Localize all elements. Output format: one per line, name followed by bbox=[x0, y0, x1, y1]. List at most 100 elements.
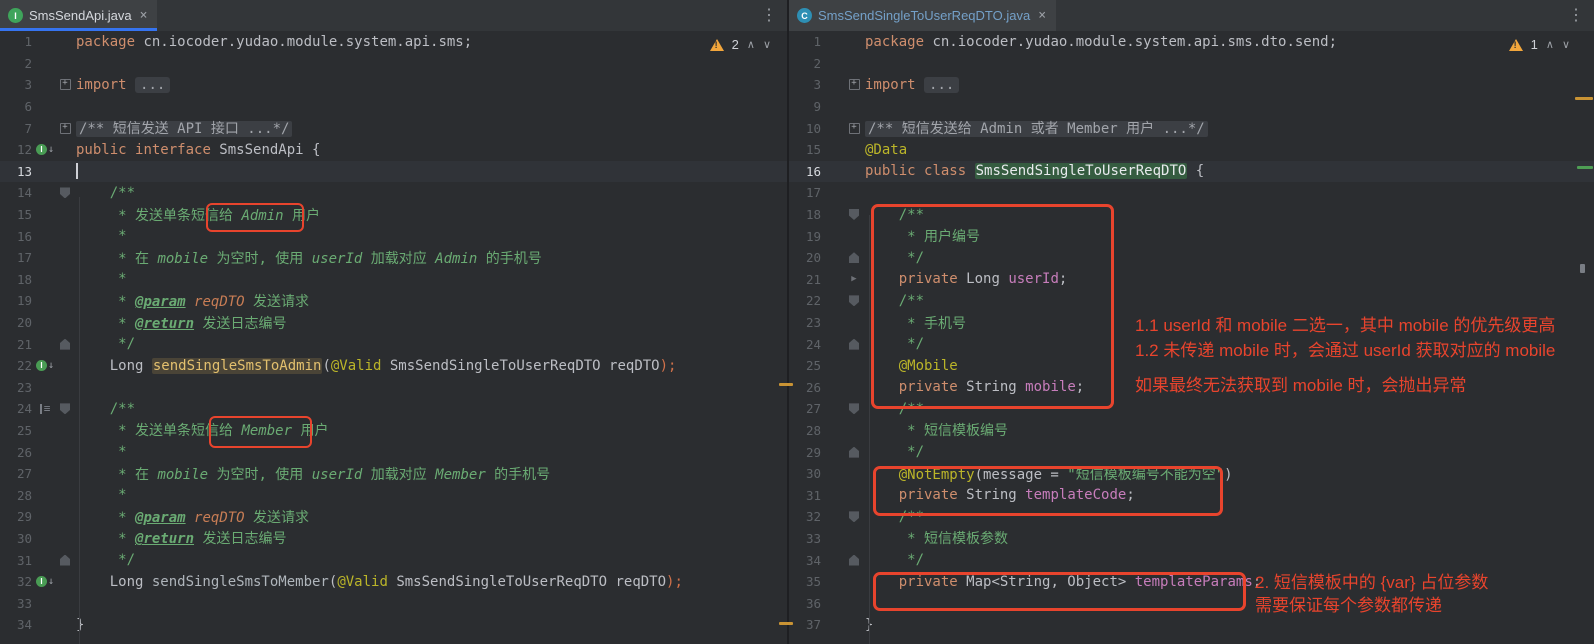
code-line[interactable]: 3+import ... bbox=[0, 74, 787, 96]
code-line[interactable]: 29 */ bbox=[789, 441, 1594, 463]
code-line[interactable]: 31 private String templateCode; bbox=[789, 484, 1594, 506]
line-number[interactable]: 26 bbox=[789, 380, 821, 395]
tab-smssendapi[interactable]: I SmsSendApi.java × bbox=[0, 0, 157, 31]
code-text[interactable]: * 在 mobile 为空时, 使用 userId 加载对应 Admin 的手机… bbox=[72, 248, 542, 268]
gutter-triangle-icon[interactable]: ▶ bbox=[851, 274, 856, 284]
fold-end-icon[interactable] bbox=[60, 339, 70, 350]
fold-end-icon[interactable] bbox=[849, 555, 859, 566]
line-number[interactable]: 27 bbox=[789, 401, 821, 416]
line-number[interactable]: 3 bbox=[789, 77, 821, 92]
code-text[interactable]: package cn.iocoder.yudao.module.system.a… bbox=[861, 34, 1337, 50]
code-line[interactable]: 27 * 在 mobile 为空时, 使用 userId 加载对应 Member… bbox=[0, 463, 787, 485]
implemented-gutter-icon[interactable]: I bbox=[36, 576, 47, 587]
line-number[interactable]: 12 bbox=[0, 142, 32, 157]
line-number[interactable]: 33 bbox=[789, 531, 821, 546]
code-text[interactable]: private Long userId; bbox=[861, 271, 1067, 287]
code-line[interactable]: 27 /** bbox=[789, 398, 1594, 420]
code-text[interactable]: * @return 发送日志编号 bbox=[72, 313, 286, 333]
line-number[interactable]: 34 bbox=[789, 553, 821, 568]
more-options-icon[interactable]: ⋮ bbox=[761, 5, 777, 25]
line-number[interactable]: 13 bbox=[0, 164, 32, 179]
code-text[interactable]: * bbox=[72, 444, 127, 460]
code-line[interactable]: 17 bbox=[789, 182, 1594, 204]
code-text[interactable]: * 手机号 bbox=[861, 313, 966, 333]
line-number[interactable]: 24 bbox=[0, 401, 32, 416]
code-line[interactable]: 1package cn.iocoder.yudao.module.system.… bbox=[789, 31, 1594, 53]
code-line[interactable]: 29 * @param reqDTO 发送请求 bbox=[0, 506, 787, 528]
code-text[interactable]: package cn.iocoder.yudao.module.system.a… bbox=[72, 34, 472, 50]
code-line[interactable]: 12I↓public interface SmsSendApi { bbox=[0, 139, 787, 161]
line-number[interactable]: 10 bbox=[789, 121, 821, 136]
code-text[interactable]: /** bbox=[861, 509, 924, 525]
line-number[interactable]: 29 bbox=[0, 509, 32, 524]
code-text[interactable]: import ... bbox=[72, 77, 170, 93]
fold-collapse-icon[interactable] bbox=[60, 403, 70, 414]
code-text[interactable]: * @param reqDTO 发送请求 bbox=[72, 291, 309, 311]
line-number[interactable]: 18 bbox=[789, 207, 821, 222]
code-text[interactable]: /** bbox=[861, 293, 924, 309]
code-text[interactable]: /** bbox=[861, 207, 924, 223]
line-number[interactable]: 28 bbox=[789, 423, 821, 438]
code-line[interactable]: 25 * 发送单条短信给 Member 用户 bbox=[0, 420, 787, 442]
code-text[interactable]: private String templateCode; bbox=[861, 487, 1135, 503]
code-text[interactable]: /** 短信发送 API 接口 ...*/ bbox=[72, 118, 292, 138]
code-line[interactable]: 15@Data bbox=[789, 139, 1594, 161]
code-line[interactable]: 22I↓ Long sendSingleSmsToAdmin(@Valid Sm… bbox=[0, 355, 787, 377]
code-text[interactable]: * bbox=[72, 487, 127, 503]
code-line[interactable]: 16public class SmsSendSingleToUserReqDTO… bbox=[789, 161, 1594, 183]
code-line[interactable]: 15 * 发送单条短信给 Admin 用户 bbox=[0, 204, 787, 226]
fold-expand-icon[interactable]: + bbox=[60, 123, 71, 134]
line-number[interactable]: 6 bbox=[0, 99, 32, 114]
code-line[interactable]: 17 * 在 mobile 为空时, 使用 userId 加载对应 Admin … bbox=[0, 247, 787, 269]
code-text[interactable]: private String mobile; bbox=[861, 379, 1084, 395]
code-line[interactable]: 14 /** bbox=[0, 182, 787, 204]
code-text[interactable]: * @return 发送日志编号 bbox=[72, 528, 286, 548]
code-text[interactable]: private Map<String, Object> templatePara… bbox=[861, 574, 1261, 590]
code-line[interactable]: 13 bbox=[0, 161, 787, 183]
code-line[interactable]: 22 /** bbox=[789, 290, 1594, 312]
code-line[interactable]: 3 +import ... bbox=[789, 74, 1594, 96]
code-line[interactable]: 32 /** bbox=[789, 506, 1594, 528]
code-text[interactable]: * 短信模板编号 bbox=[861, 420, 1008, 440]
fold-expand-icon[interactable]: + bbox=[849, 79, 860, 90]
inspections-widget-left[interactable]: ! 2 ∧ ∨ bbox=[710, 37, 771, 52]
code-text[interactable]: * @param reqDTO 发送请求 bbox=[72, 507, 309, 527]
fold-end-icon[interactable] bbox=[849, 339, 859, 350]
line-number[interactable]: 32 bbox=[789, 509, 821, 524]
fold-end-icon[interactable] bbox=[849, 252, 859, 263]
line-number[interactable]: 20 bbox=[0, 315, 32, 330]
code-line[interactable]: 21 */ bbox=[0, 333, 787, 355]
code-text[interactable]: * 发送单条短信给 Member 用户 bbox=[72, 420, 328, 440]
stripe-warning-mark[interactable] bbox=[779, 622, 793, 625]
code-text[interactable]: * 用户编号 bbox=[861, 226, 980, 246]
code-line[interactable]: 26 * bbox=[0, 441, 787, 463]
close-icon[interactable]: × bbox=[1038, 8, 1046, 23]
line-number[interactable]: 25 bbox=[789, 358, 821, 373]
code-line[interactable]: 37} bbox=[789, 614, 1594, 636]
close-icon[interactable]: × bbox=[140, 8, 148, 23]
fold-collapse-icon[interactable] bbox=[849, 511, 859, 522]
line-number[interactable]: 17 bbox=[0, 250, 32, 265]
code-text[interactable]: * 在 mobile 为空时, 使用 userId 加载对应 Member 的手… bbox=[72, 464, 550, 484]
list-gutter-icon[interactable]: ≡ bbox=[40, 404, 51, 414]
code-text[interactable]: import ... bbox=[861, 77, 959, 93]
line-number[interactable]: 28 bbox=[0, 488, 32, 503]
fold-collapse-icon[interactable] bbox=[849, 295, 859, 306]
code-line[interactable]: 30 @NotEmpty(message = "短信模板编号不能为空") bbox=[789, 463, 1594, 485]
line-number[interactable]: 16 bbox=[0, 229, 32, 244]
next-warning-chevron-icon[interactable]: ∨ bbox=[763, 38, 771, 51]
fold-end-icon[interactable] bbox=[60, 555, 70, 566]
stripe-warning-mark[interactable] bbox=[1575, 97, 1593, 100]
line-number[interactable]: 19 bbox=[0, 293, 32, 308]
inspections-widget-right[interactable]: ! 1 ∧ ∨ bbox=[1509, 37, 1570, 52]
prev-warning-chevron-icon[interactable]: ∧ bbox=[1546, 38, 1554, 51]
line-number[interactable]: 17 bbox=[789, 185, 821, 200]
stripe-highlight-mark[interactable] bbox=[1577, 166, 1593, 169]
code-text[interactable]: * 短信模板参数 bbox=[861, 528, 1008, 548]
line-number[interactable]: 18 bbox=[0, 272, 32, 287]
line-number[interactable]: 22 bbox=[789, 293, 821, 308]
prev-warning-chevron-icon[interactable]: ∧ bbox=[747, 38, 755, 51]
implemented-gutter-icon[interactable]: I bbox=[36, 144, 47, 155]
line-number[interactable]: 15 bbox=[0, 207, 32, 222]
code-line[interactable]: 34} bbox=[0, 614, 787, 636]
